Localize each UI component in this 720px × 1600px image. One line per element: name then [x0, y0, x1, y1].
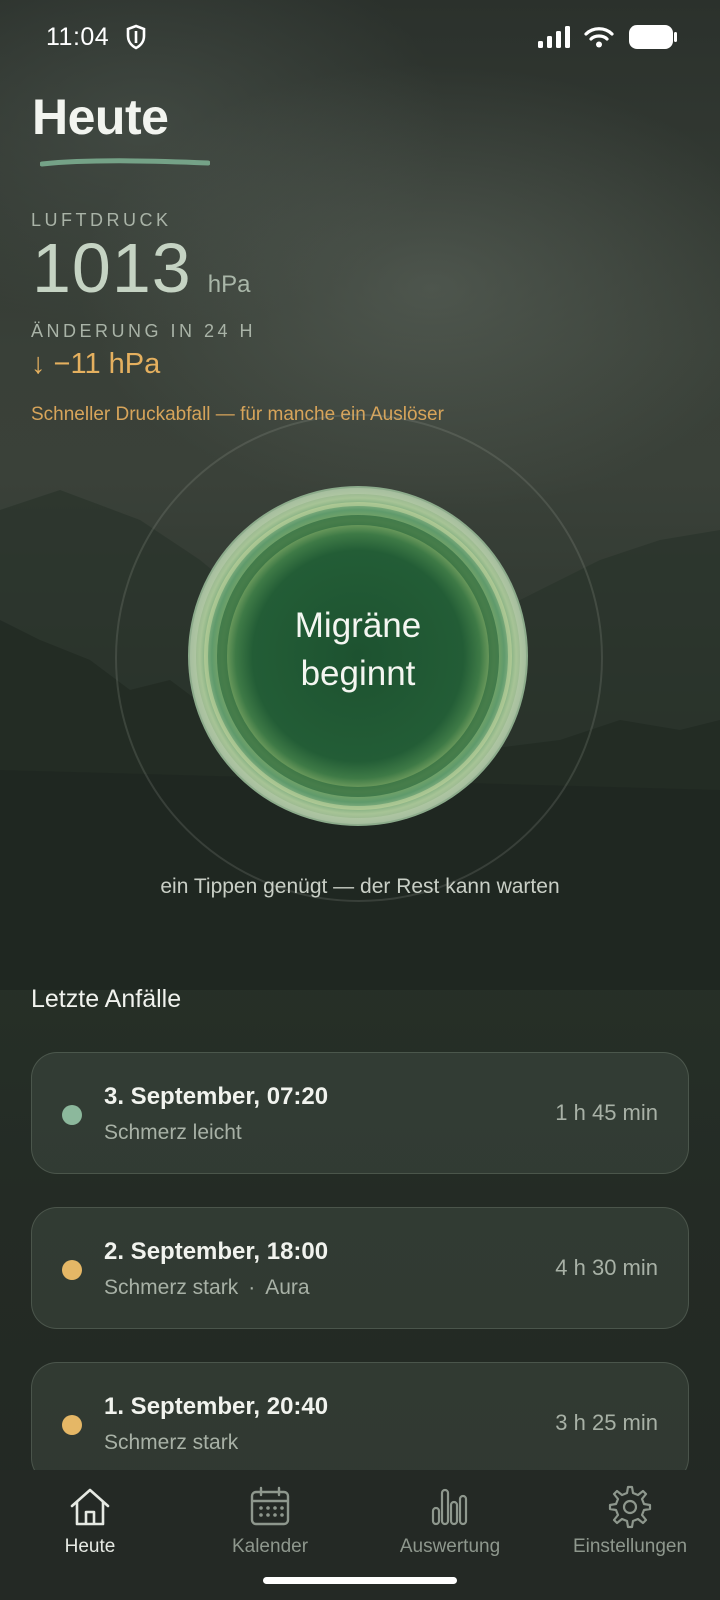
- attack-duration: 4 h 30 min: [555, 1255, 658, 1280]
- attack-details: Schmerz stark · Aura: [104, 1276, 310, 1299]
- pressure-value: 1013: [32, 229, 192, 307]
- separator-dot: ·: [248, 1276, 256, 1299]
- attack-details: Schmerz stark: [104, 1431, 239, 1454]
- attack-card[interactable]: 3. September, 07:20 Schmerz leicht 1 h 4…: [31, 1052, 689, 1174]
- attack-date: 1. September, 20:40: [104, 1393, 329, 1420]
- tab-kalender[interactable]: Kalender: [180, 1484, 360, 1558]
- pressure-unit: hPa: [207, 271, 251, 298]
- calendar-icon: [250, 1486, 290, 1526]
- attack-duration: 3 h 25 min: [555, 1410, 658, 1435]
- severity-dot: [62, 1105, 82, 1125]
- page-title: Heute: [32, 89, 169, 145]
- pressure-change-label: ÄNDERUNG IN 24 H: [31, 321, 257, 341]
- tap-hint: ein Tippen genügt — der Rest kann warten: [160, 875, 560, 898]
- migraine-start-label: Migräne beginnt: [294, 606, 422, 693]
- pressure-change-value: ↓ −11 hPa: [31, 348, 161, 380]
- tab-einstellungen[interactable]: Einstellungen: [540, 1484, 720, 1558]
- header: Heute: [32, 88, 210, 167]
- attack-date: 2. September, 18:00: [104, 1238, 329, 1265]
- tab-auswertung[interactable]: Auswertung: [360, 1484, 540, 1558]
- status-time: 11:04: [46, 22, 110, 51]
- home-icon: [70, 1488, 110, 1526]
- severity-dot: [62, 1415, 82, 1435]
- bar-chart-icon: [431, 1488, 468, 1526]
- signal-icon: [538, 26, 570, 48]
- battery-icon: [629, 25, 677, 49]
- attack-duration: 1 h 45 min: [555, 1100, 658, 1125]
- severity-dot: [62, 1260, 82, 1280]
- tab-heute[interactable]: Heute: [0, 1484, 180, 1558]
- gear-icon: [608, 1485, 652, 1529]
- attack-card[interactable]: 2. September, 18:00 Schmerz stark · Aura 4…: [31, 1207, 689, 1329]
- home-indicator: [263, 1577, 457, 1584]
- shield-icon: [126, 24, 146, 50]
- attack-card[interactable]: 1. September, 20:40 Schmerz stark 3 h 25…: [31, 1362, 689, 1484]
- status-bar: 11:04: [0, 0, 720, 74]
- pressure-row: 1013 hPa: [32, 228, 250, 308]
- wifi-icon: [584, 27, 614, 48]
- attack-date: 3. September, 07:20: [104, 1083, 329, 1110]
- recent-attacks-title: Letzte Anfälle: [31, 985, 182, 1013]
- migraine-start-button[interactable]: Migräne beginnt: [186, 484, 530, 828]
- title-underline: [40, 158, 210, 167]
- attack-details: Schmerz leicht: [104, 1121, 242, 1144]
